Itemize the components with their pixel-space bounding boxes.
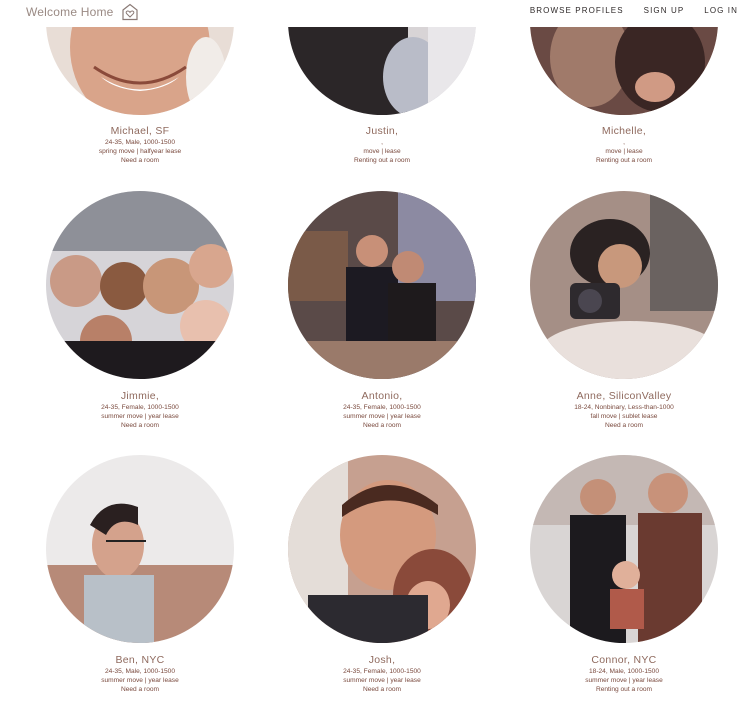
profile-name[interactable]: Justin, bbox=[282, 125, 482, 137]
profile-move: summer move | year lease bbox=[343, 413, 421, 420]
profile-name[interactable]: Michelle, bbox=[524, 125, 724, 137]
profile-status: Need a room bbox=[362, 686, 402, 693]
profile-status: Need a room bbox=[120, 686, 160, 693]
profile-name[interactable]: Connor, NYC bbox=[524, 654, 724, 666]
profile-name[interactable]: Anne, SiliconValley bbox=[524, 390, 724, 402]
profile-status: Need a room bbox=[362, 422, 402, 429]
nav-sign-up[interactable]: SIGN UP bbox=[644, 6, 685, 15]
profile-status: Renting out a room bbox=[595, 686, 653, 693]
profile-move: spring move | halfyear lease bbox=[98, 148, 182, 155]
profile-move: summer move | year lease bbox=[585, 677, 663, 684]
profile-name[interactable]: Antonio, bbox=[282, 390, 482, 402]
nav-links: BROWSE PROFILES SIGN UP LOG IN bbox=[510, 6, 738, 15]
profile-info: 24-35, Male, 1000-1500 bbox=[104, 668, 176, 675]
home-heart-icon bbox=[121, 3, 138, 21]
profile-info: 24-35, Female, 1000-1500 bbox=[343, 668, 421, 675]
profile-info: , bbox=[623, 139, 625, 146]
brand[interactable]: Welcome Home bbox=[26, 3, 138, 21]
profile-status: Need a room bbox=[604, 422, 644, 429]
profile-status: Need a room bbox=[120, 157, 160, 164]
profile-name[interactable]: Michael, SF bbox=[40, 125, 240, 137]
profile-status: Need a room bbox=[120, 422, 160, 429]
profile-photo[interactable] bbox=[288, 455, 476, 643]
profile-move: move | lease bbox=[605, 148, 643, 155]
profile-move: fall move | sublet lease bbox=[590, 413, 658, 420]
profile-photo[interactable] bbox=[46, 191, 234, 379]
profile-info: 18-24, Nonbinary, Less-than-1000 bbox=[574, 404, 674, 411]
profile-name[interactable]: Jimmie, bbox=[40, 390, 240, 402]
profile-info: 18-24, Male, 1000-1500 bbox=[588, 668, 660, 675]
profile-info: , bbox=[381, 139, 383, 146]
profile-name[interactable]: Ben, NYC bbox=[40, 654, 240, 666]
profile-info: 24-35, Male, 1000-1500 bbox=[104, 139, 176, 146]
profile-status: Renting out a room bbox=[595, 157, 653, 164]
profile-move: move | lease bbox=[363, 148, 401, 155]
brand-title[interactable]: Welcome Home bbox=[26, 5, 114, 19]
profile-photo[interactable] bbox=[288, 191, 476, 379]
profiles-grid: Michael, SF 24-35, Male, 1000-1500 sprin… bbox=[0, 0, 748, 712]
top-navbar: Welcome Home BROWSE PROFILES SIGN UP LOG… bbox=[0, 0, 748, 27]
nav-browse-profiles[interactable]: BROWSE PROFILES bbox=[530, 6, 624, 15]
profile-status: Renting out a room bbox=[353, 157, 411, 164]
profile-info: 24-35, Female, 1000-1500 bbox=[343, 404, 421, 411]
profile-info: 24-35, Female, 1000-1500 bbox=[101, 404, 179, 411]
profile-move: summer move | year lease bbox=[101, 677, 179, 684]
profile-move: summer move | year lease bbox=[101, 413, 179, 420]
profile-move: summer move | year lease bbox=[343, 677, 421, 684]
profile-photo[interactable] bbox=[530, 455, 718, 643]
profile-photo[interactable] bbox=[46, 455, 234, 643]
profile-photo[interactable] bbox=[530, 191, 718, 379]
nav-log-in[interactable]: LOG IN bbox=[704, 6, 738, 15]
profile-name[interactable]: Josh, bbox=[282, 654, 482, 666]
